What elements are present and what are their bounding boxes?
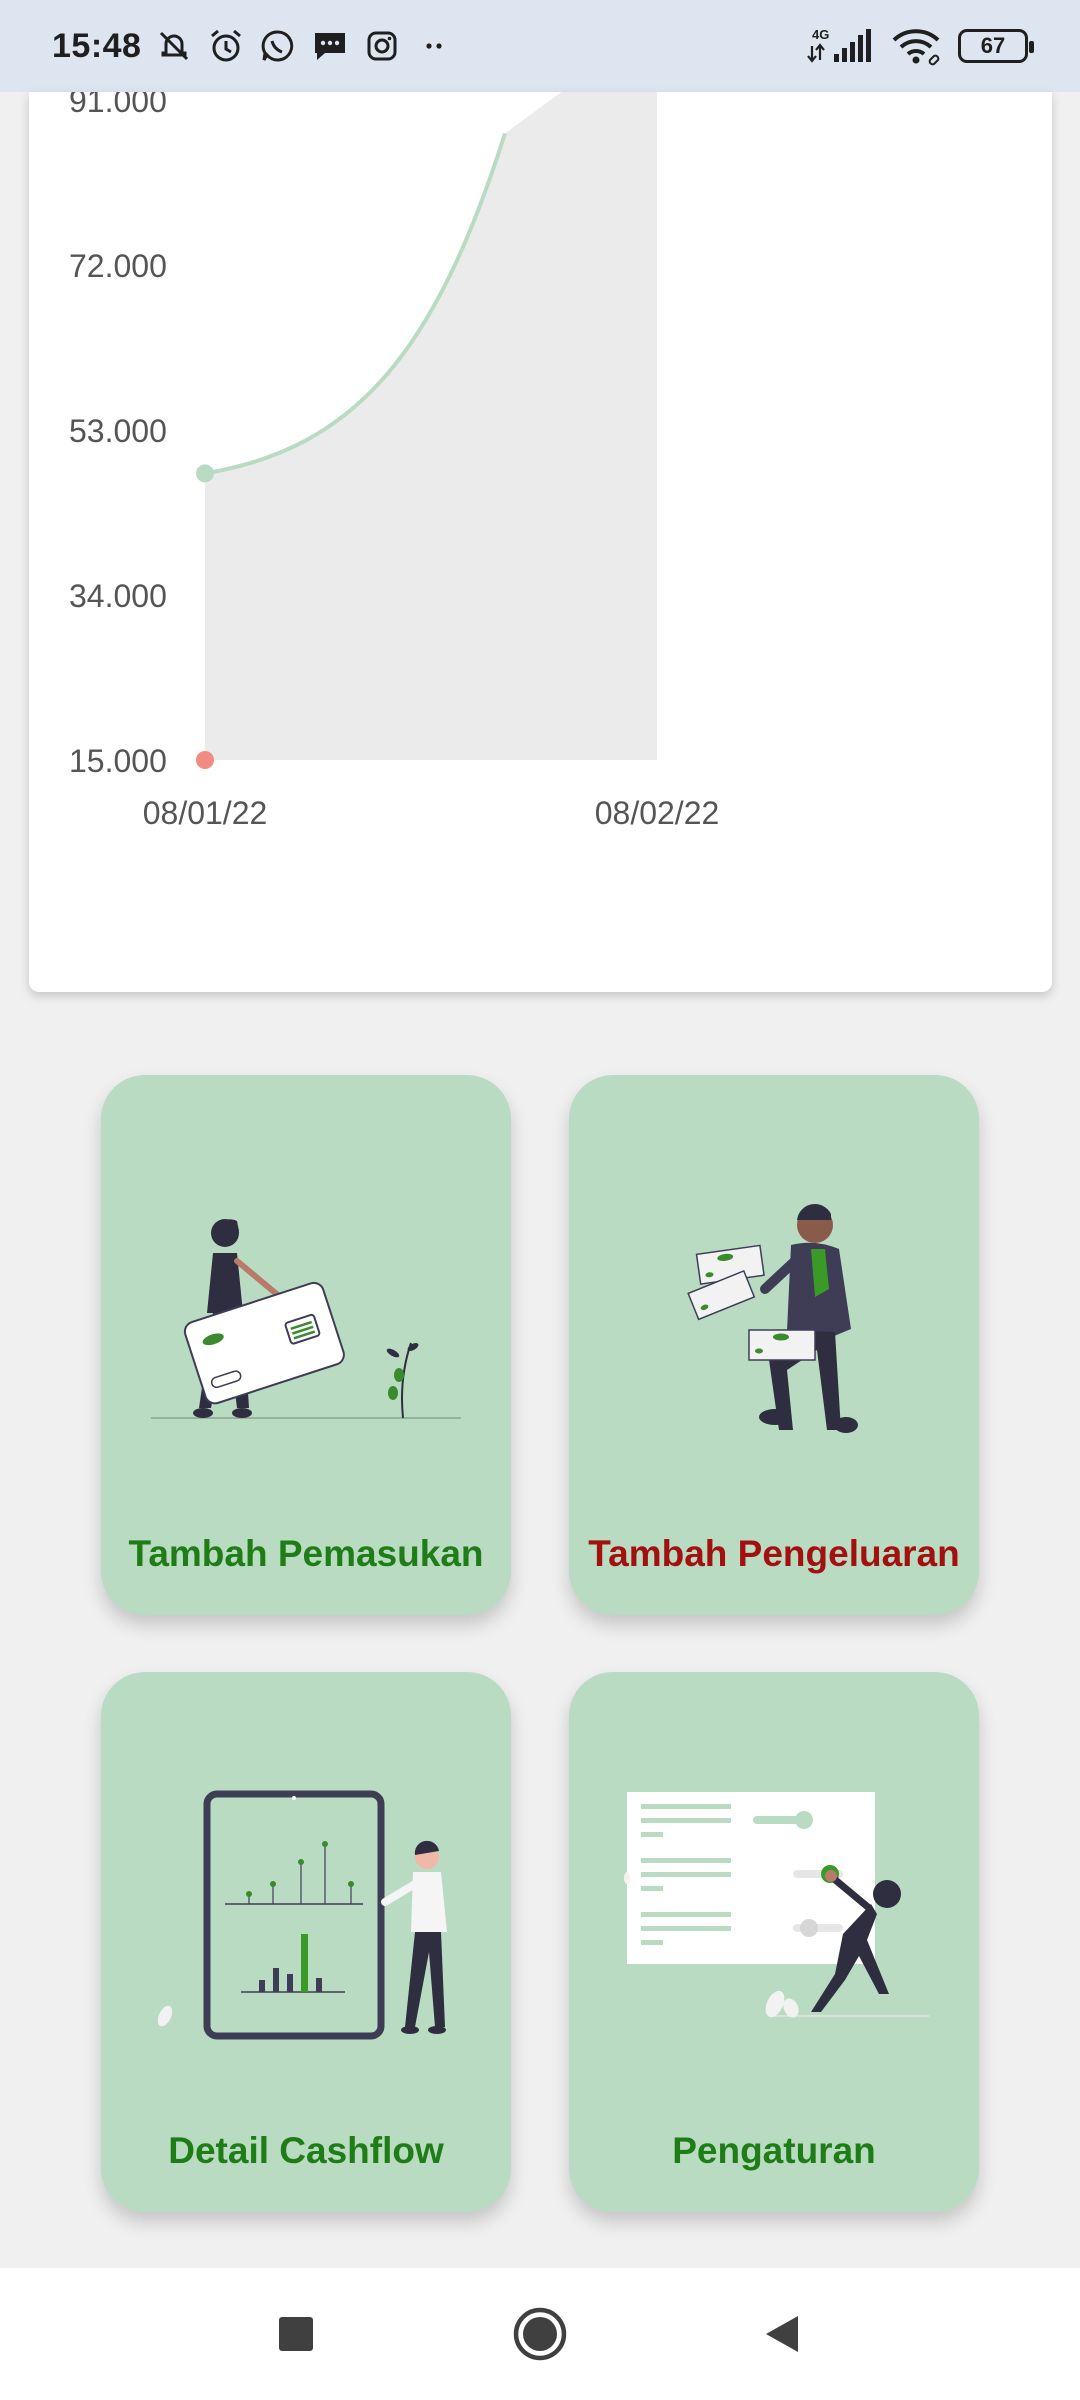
- status-time: 15:48: [52, 26, 142, 65]
- status-bar: 15:48 4G 67: [0, 0, 1080, 92]
- x-tick-label: 08/02/22: [595, 795, 720, 831]
- x-tick-label: 08/01/22: [143, 795, 268, 831]
- income-illustration: [151, 1219, 461, 1419]
- chart-point: [196, 464, 214, 483]
- settings-illustration: [624, 1792, 929, 2018]
- cashflow-illustration: [157, 1790, 447, 2040]
- alarm-icon: [207, 27, 245, 65]
- navigation-bar: [0, 2268, 1080, 2400]
- mute-icon: [155, 27, 193, 65]
- y-tick-label: 34.000: [69, 578, 167, 614]
- message-icon: [311, 27, 349, 65]
- chart-point: [196, 751, 214, 769]
- cashflow-chart: 15.000 34.000 53.000 72.000 91.000 08/01/22 08…: [69, 92, 720, 831]
- wifi-icon: [890, 27, 942, 66]
- add-expense-button[interactable]: Tambah Pengeluaran: [569, 1075, 979, 1615]
- cashflow-chart-card: 15.000 34.000 53.000 72.000 91.000 08/01/22 08…: [29, 92, 1052, 992]
- settings-button[interactable]: Pengaturan: [569, 1672, 979, 2212]
- add-expense-label: Tambah Pengeluaran: [588, 1533, 960, 1574]
- status-icons-right: 4G 67: [804, 27, 1034, 66]
- home-circle-icon[interactable]: [508, 2302, 572, 2366]
- cashflow-detail-button[interactable]: Detail Cashflow: [101, 1672, 511, 2212]
- y-tick-label: 72.000: [69, 248, 167, 284]
- instagram-icon: [363, 27, 401, 65]
- chart-area-fill: [205, 92, 657, 760]
- signal-icon: 4G: [804, 27, 874, 65]
- add-income-label: Tambah Pemasukan: [128, 1533, 484, 1574]
- battery-icon: 67: [958, 29, 1034, 63]
- y-tick-label: 91.000: [69, 92, 167, 119]
- network-label: 4G: [812, 27, 829, 42]
- recents-square-icon[interactable]: [264, 2302, 328, 2366]
- y-tick-label: 15.000: [69, 743, 167, 779]
- whatsapp-icon: [259, 27, 297, 65]
- cashflow-detail-label: Detail Cashflow: [168, 2130, 444, 2171]
- expense-illustration: [687, 1204, 858, 1433]
- status-icons-left: [155, 27, 453, 65]
- settings-label: Pengaturan: [672, 2130, 876, 2171]
- more-dots-icon: [415, 27, 453, 65]
- battery-level: 67: [980, 33, 1006, 58]
- y-tick-label: 53.000: [69, 413, 167, 449]
- back-triangle-icon[interactable]: [750, 2302, 814, 2366]
- add-income-button[interactable]: Tambah Pemasukan: [101, 1075, 511, 1615]
